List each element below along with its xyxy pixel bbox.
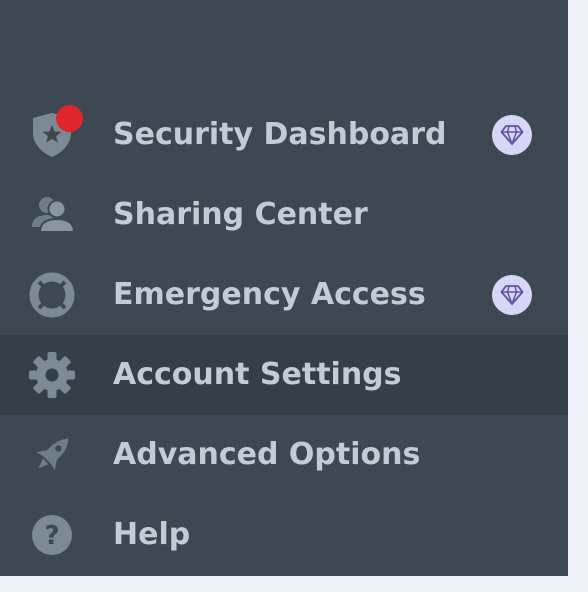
gear-icon: [26, 350, 78, 400]
lifebuoy-icon: [26, 270, 78, 320]
menu-item-label: Account Settings: [113, 357, 402, 392]
menu-item-emergency-access[interactable]: Emergency Access: [0, 255, 568, 335]
question-circle-icon: ?: [26, 510, 78, 560]
menu-item-label: Sharing Center: [113, 197, 368, 232]
notification-badge: [56, 105, 83, 132]
menu-item-label: Advanced Options: [113, 437, 421, 472]
menu-item-label: Emergency Access: [113, 277, 426, 312]
menu-item-help[interactable]: ? Help: [0, 495, 568, 575]
svg-text:?: ?: [44, 521, 59, 551]
premium-diamond-icon: [492, 275, 532, 315]
menu-item-security-dashboard[interactable]: Security Dashboard: [0, 95, 568, 175]
menu-item-advanced-options[interactable]: Advanced Options: [0, 415, 568, 495]
sidebar-menu: Security Dashboard Sharing Center Emerge…: [0, 95, 568, 575]
rocket-icon: [26, 430, 78, 480]
users-icon: [26, 190, 78, 240]
menu-item-sharing-center[interactable]: Sharing Center: [0, 175, 568, 255]
premium-diamond-icon: [492, 115, 532, 155]
menu-item-account-settings[interactable]: Account Settings: [0, 335, 568, 415]
sidebar: Security Dashboard Sharing Center Emerge…: [0, 0, 568, 576]
menu-item-label: Security Dashboard: [113, 117, 447, 152]
menu-item-label: Help: [113, 517, 191, 552]
